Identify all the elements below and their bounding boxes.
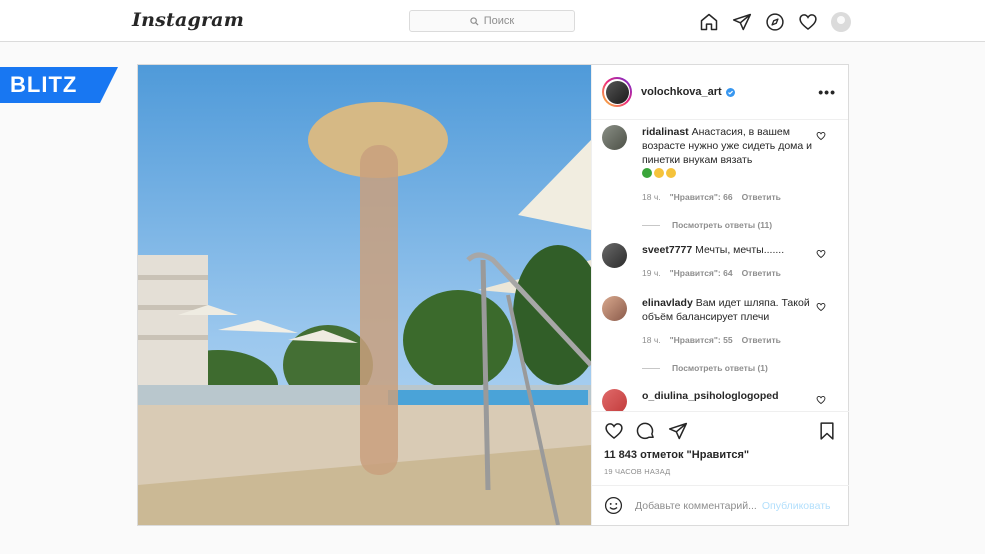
comment-like-heart-icon[interactable]	[816, 302, 826, 312]
comment-text: Мечты, мечты.......	[695, 244, 785, 256]
comment-like-heart-icon[interactable]	[816, 131, 826, 141]
commenter-avatar[interactable]	[602, 296, 627, 321]
reply-button[interactable]: Ответить	[742, 266, 781, 280]
reply-button[interactable]: Ответить	[742, 190, 781, 204]
comment-emojis	[642, 167, 812, 181]
top-navigation-bar: Instagram Поиск	[0, 0, 985, 42]
search-placeholder: Поиск	[483, 15, 515, 27]
activity-heart-icon[interactable]	[797, 11, 818, 32]
commenter-avatar[interactable]	[602, 125, 627, 150]
explore-icon[interactable]	[764, 11, 785, 32]
blitz-logo-text: BLITZ	[10, 72, 78, 97]
upside-down-emoji-icon	[654, 168, 664, 178]
publish-button[interactable]: Опубликовать	[762, 500, 831, 512]
post-sidebar: volochkova_art ••• ridalinast Анастасия,…	[591, 65, 849, 525]
green-emoji-icon	[642, 168, 652, 178]
profile-avatar[interactable]	[830, 11, 851, 32]
reply-button[interactable]: Ответить	[742, 333, 781, 347]
commenter-avatar[interactable]	[602, 389, 627, 411]
commenter-avatar[interactable]	[602, 243, 627, 268]
comment-username[interactable]: elinavlady	[642, 297, 693, 309]
view-replies-button[interactable]: Посмотреть ответы (1)	[642, 361, 812, 375]
view-replies-button[interactable]: Посмотреть ответы (11)	[642, 218, 812, 232]
author-avatar[interactable]	[602, 77, 632, 107]
likes-count[interactable]: 11 843 отметок "Нравится"	[604, 449, 837, 461]
comment-like-count[interactable]: "Нравится": 64	[670, 266, 733, 280]
like-heart-icon[interactable]	[604, 421, 624, 441]
comments-list[interactable]: ridalinast Анастасия, в вашем возрасте н…	[592, 121, 849, 411]
emoji-smile-icon[interactable]	[604, 496, 623, 515]
comment-input[interactable]: Добавьте комментарий...	[635, 500, 757, 512]
search-input[interactable]: Поиск	[409, 10, 575, 32]
comment-username[interactable]: ridalinast	[642, 126, 689, 138]
author-username[interactable]: volochkova_art	[641, 86, 722, 98]
comment-time: 19 ч.	[642, 268, 661, 278]
post-timestamp: 19 ЧАСОВ НАЗАД	[604, 467, 671, 476]
blitz-watermark: BLITZ	[0, 67, 118, 103]
comment-like-count[interactable]: "Нравится": 55	[670, 333, 733, 347]
post-header: volochkova_art •••	[592, 65, 848, 120]
post-photo[interactable]	[138, 65, 591, 525]
comment-like-heart-icon[interactable]	[816, 249, 826, 259]
comment-time: 18 ч.	[642, 335, 661, 345]
post-actions: 11 843 отметок "Нравится" 19 ЧАСОВ НАЗАД	[592, 411, 849, 476]
share-icon[interactable]	[668, 421, 688, 441]
more-options-icon[interactable]: •••	[818, 84, 836, 100]
comment-time: 18 ч.	[642, 192, 661, 202]
post-card: volochkova_art ••• ridalinast Анастасия,…	[137, 64, 849, 526]
direct-icon[interactable]	[731, 11, 752, 32]
comment-username[interactable]: o_diulina_psihologlogoped	[642, 390, 779, 402]
comment-like-count[interactable]: "Нравится": 66	[670, 190, 733, 204]
comment-username[interactable]: sveet7777	[642, 244, 692, 256]
grin-emoji-icon	[666, 168, 676, 178]
bookmark-icon[interactable]	[817, 421, 837, 441]
comment-bubble-icon[interactable]	[636, 421, 656, 441]
add-comment-bar: Добавьте комментарий... Опубликовать	[592, 485, 849, 525]
verified-badge-icon	[725, 87, 735, 97]
comment-like-heart-icon[interactable]	[816, 395, 826, 405]
home-icon[interactable]	[698, 11, 719, 32]
instagram-logo[interactable]: Instagram	[132, 9, 244, 31]
search-icon	[470, 16, 479, 26]
